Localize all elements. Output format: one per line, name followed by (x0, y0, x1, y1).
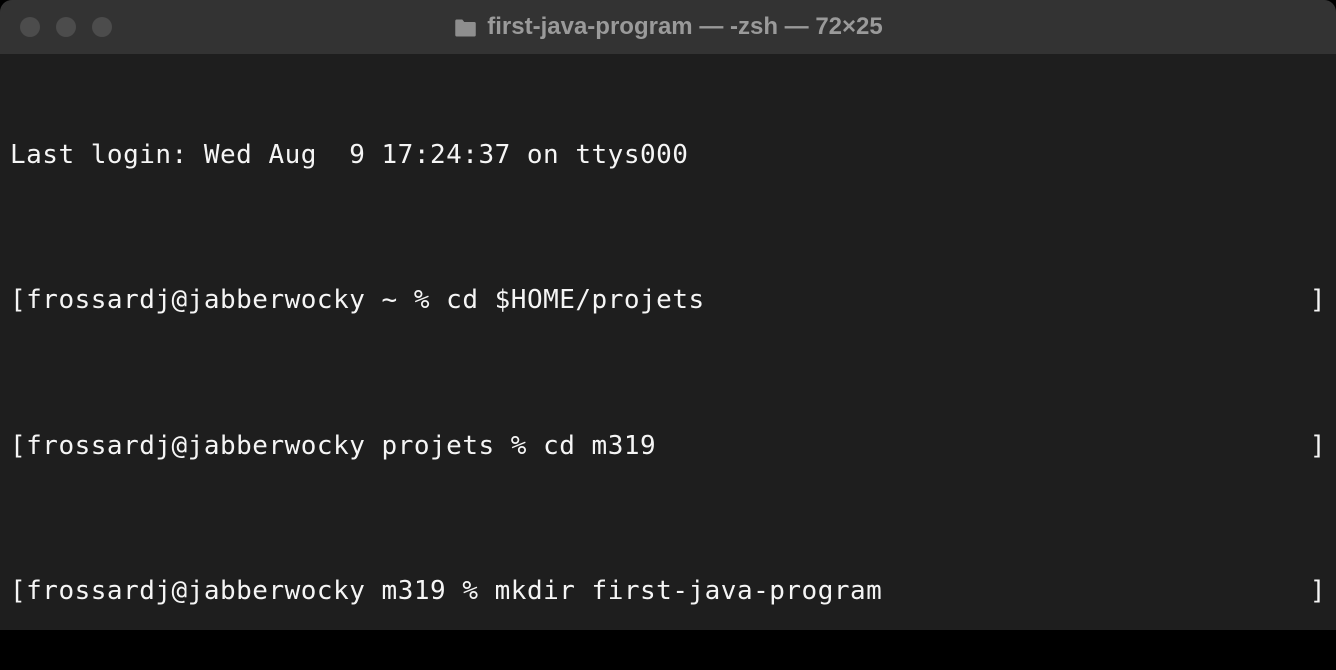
last-login-text: Last login: Wed Aug 9 17:24:37 on ttys00… (10, 137, 688, 173)
window-title: first-java-program — -zsh — 72×25 (487, 13, 882, 41)
close-button[interactable] (20, 17, 40, 37)
folder-icon (453, 17, 477, 37)
titlebar[interactable]: first-java-program — -zsh — 72×25 (0, 0, 1336, 54)
terminal-output[interactable]: Last login: Wed Aug 9 17:24:37 on ttys00… (0, 54, 1336, 650)
traffic-lights (0, 17, 112, 37)
user-host: frossardj@jabberwocky (26, 431, 365, 461)
bracket-close: ] (1310, 282, 1326, 318)
cwd: ~ (382, 285, 398, 315)
prompt-sep: % (462, 576, 478, 606)
command-text: cd m319 (543, 431, 656, 461)
bracket-open: [ (10, 431, 26, 461)
last-login-line: Last login: Wed Aug 9 17:24:37 on ttys00… (10, 137, 1326, 173)
history-line: [frossardj@jabberwocky ~ % cd $HOME/proj… (10, 282, 1326, 318)
bracket-open: [ (10, 285, 26, 315)
window-title-area: first-java-program — -zsh — 72×25 (453, 13, 882, 41)
terminal-window: first-java-program — -zsh — 72×25 Last l… (0, 0, 1336, 650)
command-text: cd $HOME/projets (446, 285, 704, 315)
prompt-sep: % (414, 285, 430, 315)
cwd: m319 (382, 576, 447, 606)
user-host: frossardj@jabberwocky (26, 285, 365, 315)
bracket-close: ] (1310, 428, 1326, 464)
bracket-open: [ (10, 576, 26, 606)
command-text: mkdir first-java-program (495, 576, 883, 606)
prompt-sep: % (511, 431, 527, 461)
cwd: projets (382, 431, 495, 461)
torn-edge-decoration (0, 630, 1336, 670)
user-host: frossardj@jabberwocky (26, 576, 365, 606)
bracket-close: ] (1310, 573, 1326, 609)
history-line: [frossardj@jabberwocky m319 % mkdir firs… (10, 573, 1326, 609)
minimize-button[interactable] (56, 17, 76, 37)
zoom-button[interactable] (92, 17, 112, 37)
history-line: [frossardj@jabberwocky projets % cd m319… (10, 428, 1326, 464)
